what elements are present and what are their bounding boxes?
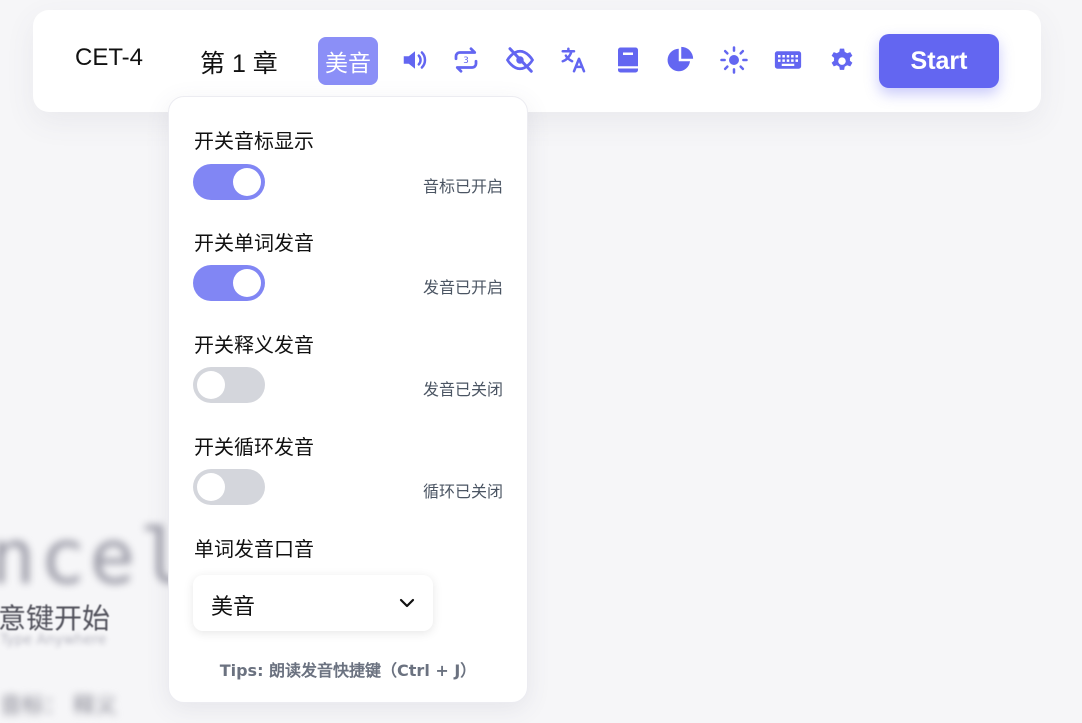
background-subtext: Type Anywhere [0,632,107,648]
toggle-knob [233,269,261,297]
keyboard-icon[interactable] [772,44,804,76]
phonetic-toggle[interactable] [193,164,265,200]
pronunciation-settings-panel: 开关音标显示 音标已开启 开关单词发音 发音已开启 开关释义发音 发音已关闭 开… [168,96,528,703]
definition-sound-toggle[interactable] [193,367,265,403]
phonetic-status: 音标已开启 [422,177,503,196]
phonetic-toggle-title: 开关音标显示 [194,129,314,153]
shortcut-tips: Tips: 朗读发音快捷键（Ctrl + J） [219,661,477,680]
sun-icon[interactable] [718,44,750,76]
background-bottom-text: 音标： 释义 [0,694,117,719]
definition-sound-toggle-title: 开关释义发音 [194,333,314,357]
background-hint: 意键开始 [0,602,111,635]
eye-off-icon[interactable] [504,44,536,76]
loop-sound-toggle-title: 开关循环发音 [194,435,314,459]
repeat-icon[interactable]: 3 [450,44,482,76]
speaker-icon[interactable] [399,44,431,76]
toggle-knob [197,473,225,501]
loop-sound-toggle[interactable] [193,469,265,505]
loop-sound-status: 循环已关闭 [422,482,503,501]
chevron-down-icon [399,598,415,608]
chapter-selector[interactable]: 第 1 章 [200,44,278,80]
book-icon[interactable] [612,44,644,76]
toggle-knob [197,371,225,399]
pie-chart-icon[interactable] [664,44,696,76]
dictionary-selector[interactable]: CET-4 [75,44,143,72]
accent-title: 单词发音口音 [194,537,314,561]
svg-text:3: 3 [463,56,469,66]
toggle-knob [233,168,261,196]
accent-button[interactable]: 美音 [318,37,378,85]
accent-select[interactable]: 美音 [193,575,433,631]
background-word: ncel [0,512,190,601]
word-sound-toggle-title: 开关单词发音 [194,231,314,255]
start-button[interactable]: Start [879,34,999,88]
translate-icon[interactable] [558,44,590,76]
gear-icon[interactable] [826,44,858,76]
definition-sound-status: 发音已关闭 [422,380,503,399]
word-sound-toggle[interactable] [193,265,265,301]
accent-select-value: 美音 [211,595,256,620]
word-sound-status: 发音已开启 [422,278,503,297]
